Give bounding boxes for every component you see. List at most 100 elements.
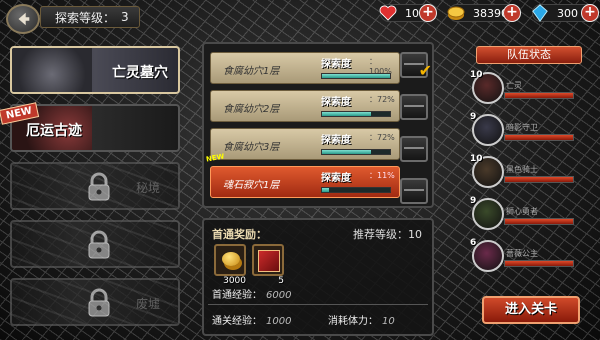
stamina-cost: 消耗体力： 10 — [328, 312, 395, 327]
game-screen: 探索等级： 3 100 + 38390 + 300 + 亡灵墓穴 厄运古迹 秘境 — [0, 0, 600, 340]
hero-portrait — [472, 114, 504, 146]
stamina-label: 消耗体力： — [328, 316, 378, 327]
first-clear-reward-label: 首通奖励： — [212, 228, 267, 241]
hero-hp-bar — [504, 134, 574, 141]
hero-hp-bar — [504, 218, 574, 225]
progress-fill — [322, 188, 330, 192]
progress-track — [321, 149, 391, 155]
recommend-level: 推荐等级：10 — [353, 226, 422, 242]
add-gems-button[interactable]: + — [581, 4, 599, 22]
reward-item-book[interactable]: 5 — [252, 244, 284, 286]
treasure-chest-icon[interactable] — [400, 94, 428, 120]
clear-exp: 通关经验： 1000 — [212, 312, 291, 327]
treasure-chest-icon[interactable] — [400, 178, 428, 204]
progress-label: 探索度 — [321, 97, 351, 108]
floor-container: 食腐幼穴1层 探索度 ：100% 食腐幼穴2层 探索度 ：72% 食腐幼穴3层 探索度 ：72%… — [210, 52, 426, 198]
dungeon-card-locked-2[interactable] — [10, 220, 180, 268]
dungeon-name: 废墟 — [135, 297, 160, 311]
reward-qty: 5 — [278, 276, 284, 286]
divider — [208, 304, 428, 305]
recommend-level-value: 10 — [408, 228, 422, 241]
hero-name: 狮心勇者 — [506, 207, 538, 216]
hero-hp-bar — [504, 260, 574, 267]
hero-level: 9 — [470, 112, 477, 122]
reward-panel: 首通奖励： 推荐等级：10 3000 5 首通经验： 6000 通关经验： 1000… — [202, 218, 434, 336]
progress-value: ：72% — [369, 133, 395, 142]
floor-name: 食腐幼穴2层 — [223, 104, 280, 115]
hero-hp-fill — [505, 261, 573, 266]
hero-hp-fill — [505, 135, 573, 140]
hearts-resource: 100 + — [377, 2, 437, 24]
recommend-level-label: 推荐等级： — [353, 228, 408, 241]
back-button[interactable] — [6, 4, 40, 34]
skill-book-icon — [258, 250, 280, 272]
gold-resource: 38390 + — [447, 4, 521, 22]
heart-icon — [377, 2, 399, 24]
clear-exp-label: 通关经验： — [212, 316, 262, 327]
explore-level-value: 3 — [121, 10, 129, 24]
first-clear-exp: 首通经验： 6000 — [212, 286, 291, 301]
team-member[interactable]: 10 黑色骑士 — [470, 154, 594, 192]
first-exp-value: 6000 — [266, 290, 292, 301]
team-member[interactable]: 10 亡灵 — [470, 70, 594, 108]
dungeon-list: 亡灵墓穴 厄运古迹 秘境 废墟 — [4, 40, 182, 340]
hero-level: 10 — [470, 70, 483, 80]
floor-row[interactable]: 食腐幼穴1层 探索度 ：100% — [210, 52, 400, 84]
hero-level: 10 — [470, 154, 483, 164]
dungeon-card-undead-crypt[interactable]: 亡灵墓穴 — [10, 46, 180, 94]
dungeon-art — [12, 48, 92, 92]
team-member[interactable]: 6 蔷薇公主 — [470, 238, 594, 276]
gold-coin-icon — [222, 252, 240, 266]
progress-fill — [322, 150, 371, 154]
reward-item-gold[interactable]: 3000 — [214, 244, 246, 286]
progress-track — [321, 73, 391, 79]
dungeon-card-locked-3[interactable]: 废墟 — [10, 278, 180, 326]
progress-track — [321, 187, 391, 193]
progress-value: ：11% — [369, 171, 395, 180]
progress-label: 探索度 — [321, 135, 351, 146]
hero-hp-fill — [505, 219, 573, 224]
hero-portrait — [472, 240, 504, 272]
dungeon-card-locked-1[interactable]: 秘境 — [10, 162, 180, 210]
progress-fill — [322, 112, 371, 116]
progress-fill — [322, 74, 390, 78]
stamina-value: 10 — [382, 316, 395, 327]
hero-portrait — [472, 198, 504, 230]
hero-name: 亡灵 — [506, 81, 522, 90]
floor-list: 食腐幼穴1层 探索度 ：100% 食腐幼穴2层 探索度 ：72% 食腐幼穴3层 探索度 ：72%… — [202, 42, 434, 208]
floor-row[interactable]: 食腐幼穴2层 探索度 ：72% — [210, 90, 400, 122]
hero-level: 9 — [470, 196, 477, 206]
team-status-panel: 队伍状态 10 亡灵 9 暗影守卫 10 黑色骑士 9 狮心勇者 6 蔷薇公主 — [470, 40, 596, 290]
lock-icon — [88, 172, 110, 201]
progress-track — [321, 111, 391, 117]
floor-row[interactable]: 食腐幼穴3层 探索度 ：72% — [210, 128, 400, 160]
hero-name: 暗影守卫 — [506, 123, 538, 132]
team-member[interactable]: 9 暗影守卫 — [470, 112, 594, 150]
hero-hp-bar — [504, 92, 574, 99]
add-gold-button[interactable]: + — [503, 4, 521, 22]
first-exp-label: 首通经验： — [212, 290, 262, 301]
gems-value: 300 — [557, 6, 578, 20]
floor-row[interactable]: 魂石寂穴1层 探索度 ：11% — [210, 166, 400, 198]
enter-stage-button[interactable]: 进入关卡 — [482, 296, 580, 324]
explore-level-label: 探索等级： — [55, 10, 116, 25]
floor-name: 魂石寂穴1层 — [223, 180, 280, 191]
team-member[interactable]: 9 狮心勇者 — [470, 196, 594, 234]
hero-hp-fill — [505, 177, 573, 182]
back-arrow-icon — [18, 12, 30, 26]
reward-qty: 3000 — [223, 276, 246, 286]
hero-level: 6 — [470, 238, 477, 248]
explore-level-bar: 探索等级： 3 — [40, 6, 140, 28]
dungeon-name: 厄运古迹 — [26, 123, 82, 139]
progress-label: 探索度 — [321, 59, 351, 70]
dungeon-name: 秘境 — [135, 181, 160, 195]
lock-icon — [88, 288, 110, 317]
hero-hp-fill — [505, 93, 573, 98]
treasure-chest-icon[interactable]: ✔ — [400, 52, 432, 80]
checkmark-icon: ✔ — [418, 61, 432, 80]
add-hearts-button[interactable]: + — [419, 4, 437, 22]
floor-name: 食腐幼穴1层 — [223, 66, 280, 77]
floor-name: 食腐幼穴3层 — [223, 142, 280, 153]
treasure-chest-icon[interactable] — [400, 136, 428, 162]
hero-name: 黑色骑士 — [506, 165, 538, 174]
